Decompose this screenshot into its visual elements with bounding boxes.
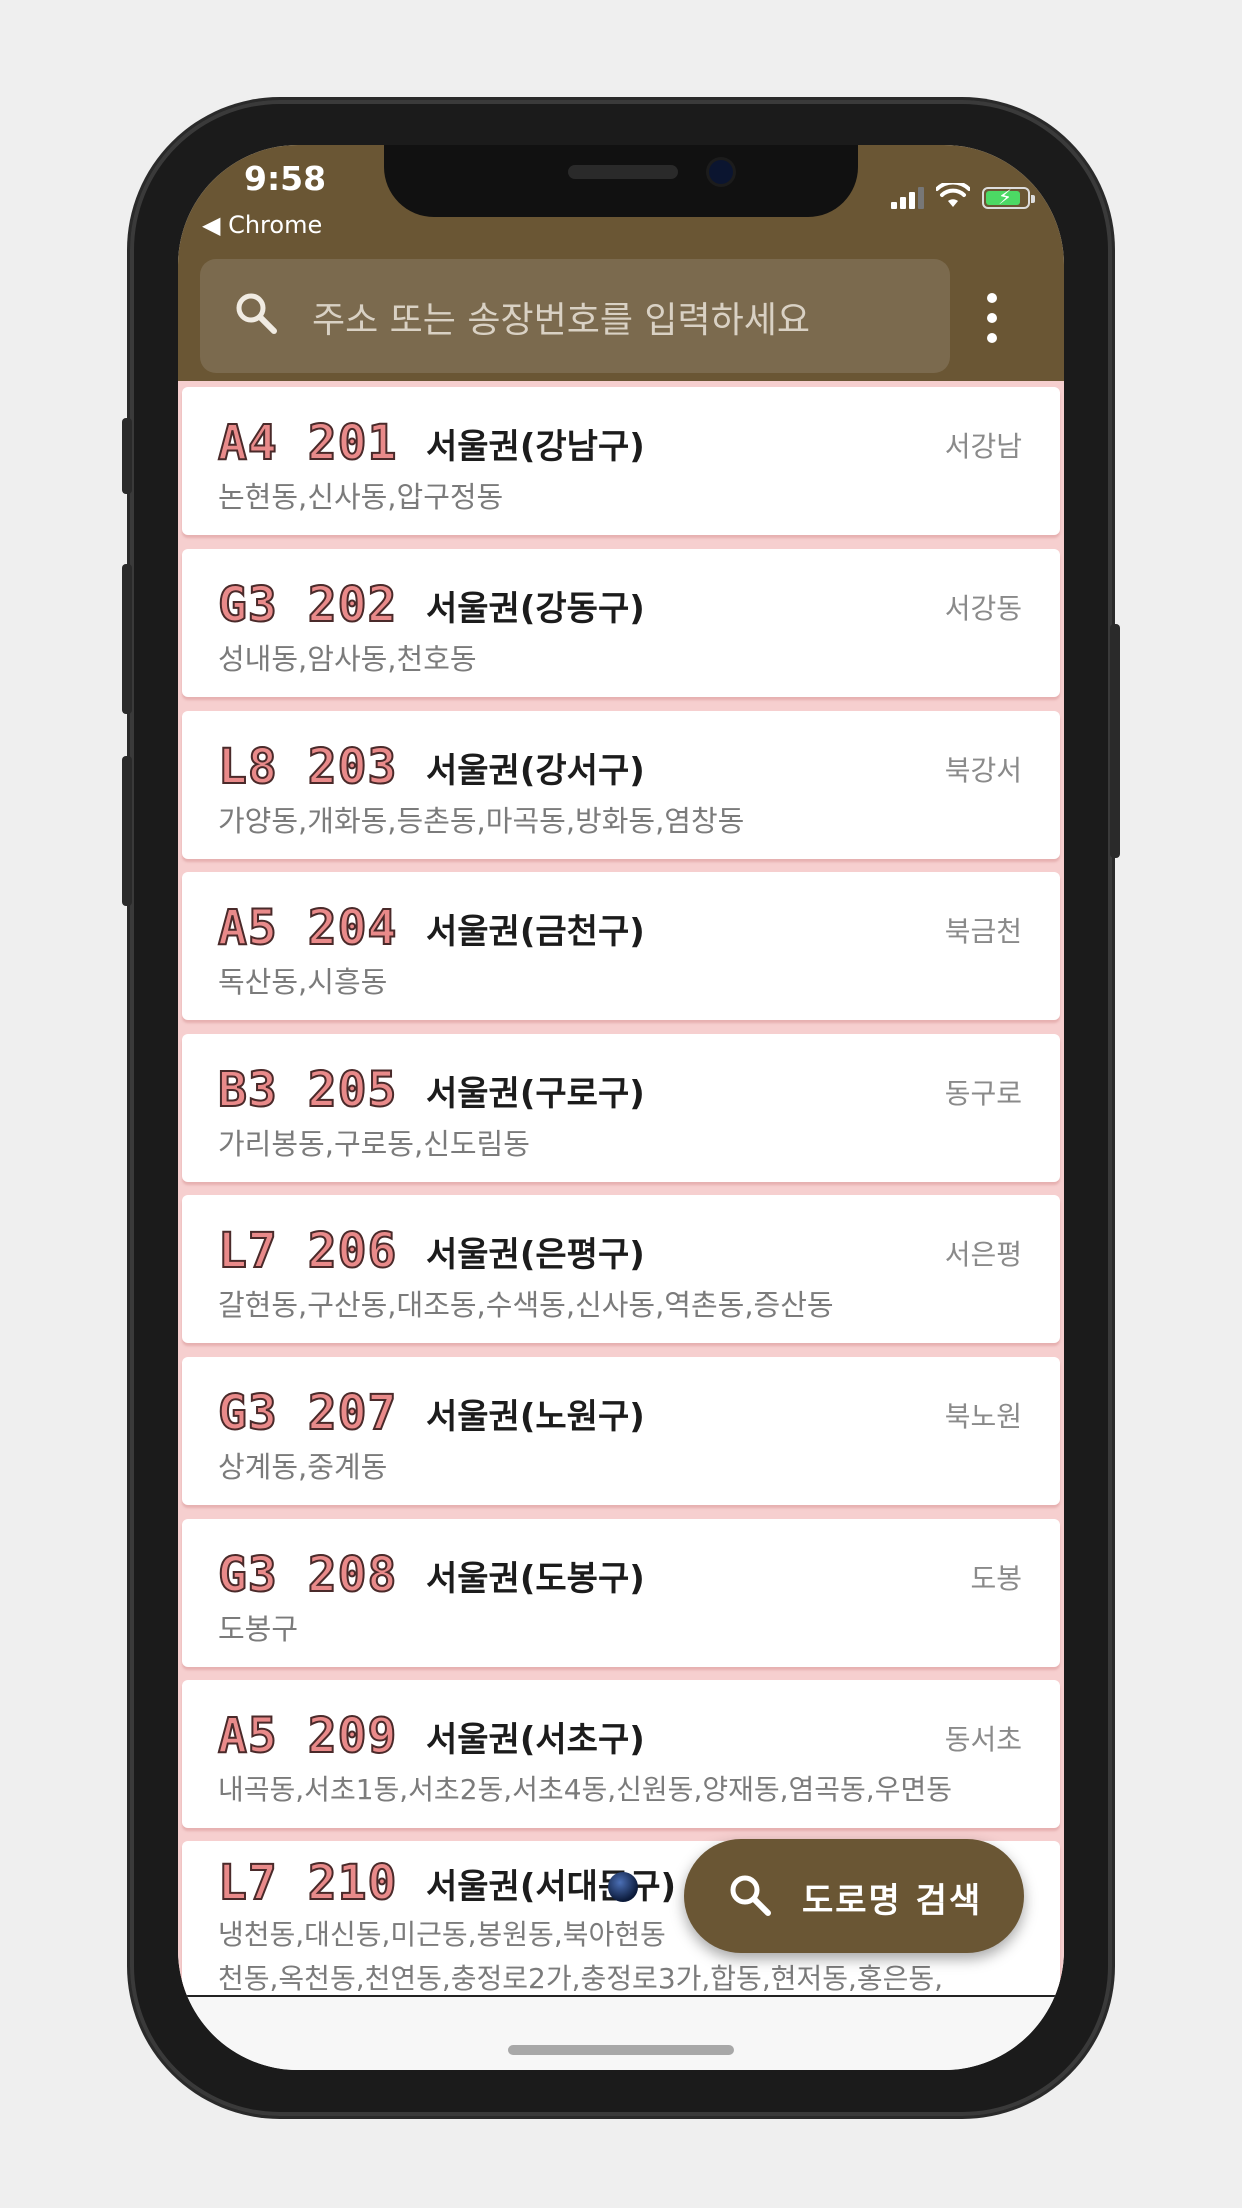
list-item[interactable]: B3 205 서울권(구로구) 동구로 가리봉동,구로동,신도림동 bbox=[182, 1034, 1060, 1182]
home-indicator[interactable] bbox=[508, 2045, 734, 2055]
power-button bbox=[1110, 624, 1120, 858]
speaker-grille bbox=[568, 165, 678, 179]
dong-list: 내곡동,서초1동,서초2동,서초4동,신원동,양재동,염곡동,우면동 bbox=[218, 1773, 952, 1806]
list-item[interactable]: G3 207 서울권(노원구) 북노원 상계동,중계동 bbox=[182, 1357, 1060, 1505]
short-code: 도봉 bbox=[970, 1562, 1022, 1595]
volume-down-button bbox=[122, 756, 132, 906]
route-code: L7 206 bbox=[217, 1222, 398, 1280]
region-name: 서울권(강동구) bbox=[426, 589, 645, 629]
list-item[interactable]: G3 202 서울권(강동구) 서강동 성내동,암사동,천호동 bbox=[182, 549, 1060, 697]
status-icons: ⚡ bbox=[891, 181, 1035, 209]
silent-switch bbox=[122, 418, 132, 494]
list-item[interactable]: A4 201 서울권(강남구) 서강남 논현동,신사동,압구정동 bbox=[182, 387, 1060, 535]
list-item[interactable]: L7 206 서울권(은평구) 서은평 갈현동,구산동,대조동,수색동,신사동,… bbox=[182, 1195, 1060, 1343]
phone-screen: 9:58 ◀ Chrome ⚡ 주소 또는 송장번호를 입력하세요 A4 201… bbox=[178, 145, 1064, 2070]
more-vertical-icon[interactable] bbox=[986, 293, 998, 343]
road-name-search-label: 도로명 검색 bbox=[802, 1881, 983, 1921]
region-name: 서울권(서대문구) bbox=[426, 1867, 677, 1907]
short-code: 동구로 bbox=[944, 1077, 1022, 1110]
short-code: 서은평 bbox=[944, 1238, 1022, 1271]
region-name: 서울권(서초구) bbox=[426, 1720, 645, 1760]
region-name: 서울권(구로구) bbox=[426, 1074, 645, 1114]
dong-list-continued: 천동,옥천동,천연동,충정로2가,충정로3가,합동,현저동,홍은동, bbox=[218, 1962, 944, 1995]
search-bar[interactable]: 주소 또는 송장번호를 입력하세요 bbox=[200, 259, 950, 373]
list-item[interactable]: L8 203 서울권(강서구) 북강서 가양동,개화동,등촌동,마곡동,방화동,… bbox=[182, 711, 1060, 859]
battery-charging-icon: ⚡ bbox=[982, 186, 1035, 209]
dong-list: 독산동,시흥동 bbox=[218, 965, 388, 999]
region-name: 서울권(도봉구) bbox=[426, 1559, 645, 1599]
touch-indicator bbox=[608, 1872, 638, 1902]
route-code: L7 210 bbox=[217, 1854, 398, 1912]
dong-list: 논현동,신사동,압구정동 bbox=[218, 480, 504, 514]
front-camera bbox=[709, 160, 733, 184]
bottom-safe-area bbox=[178, 1995, 1064, 2070]
volume-up-button bbox=[122, 564, 132, 714]
dong-list: 가양동,개화동,등촌동,마곡동,방화동,염창동 bbox=[218, 804, 745, 838]
route-code: A5 209 bbox=[217, 1707, 398, 1765]
route-code: L8 203 bbox=[217, 738, 398, 796]
route-code: G3 208 bbox=[217, 1546, 398, 1604]
short-code: 북강서 bbox=[944, 754, 1022, 787]
region-name: 서울권(노원구) bbox=[426, 1397, 645, 1437]
region-list: A4 201 서울권(강남구) 서강남 논현동,신사동,압구정동 G3 202 … bbox=[178, 381, 1064, 1995]
dong-list: 냉천동,대신동,미근동,봉원동,북아현동 bbox=[218, 1918, 666, 1951]
cellular-signal-icon bbox=[891, 185, 924, 209]
route-code: G3 207 bbox=[217, 1384, 398, 1442]
dong-list: 성내동,암사동,천호동 bbox=[218, 642, 477, 676]
list-item[interactable]: G3 208 서울권(도봉구) 도봉 도봉구 bbox=[182, 1519, 1060, 1667]
app-header: 9:58 ◀ Chrome ⚡ 주소 또는 송장번호를 입력하세요 bbox=[178, 145, 1064, 381]
short-code: 북노원 bbox=[944, 1400, 1022, 1433]
road-name-search-button[interactable]: 도로명 검색 bbox=[684, 1839, 1024, 1953]
short-code: 동서초 bbox=[944, 1723, 1022, 1756]
list-item[interactable]: A5 209 서울권(서초구) 동서초 내곡동,서초1동,서초2동,서초4동,신… bbox=[182, 1680, 1060, 1828]
wifi-icon bbox=[936, 183, 970, 207]
route-code: B3 205 bbox=[217, 1061, 398, 1119]
dong-list: 도봉구 bbox=[218, 1612, 299, 1646]
route-code: G3 202 bbox=[217, 576, 398, 634]
search-icon bbox=[730, 1875, 771, 1916]
region-name: 서울권(강남구) bbox=[426, 427, 645, 467]
search-icon bbox=[236, 293, 277, 334]
route-code: A5 204 bbox=[217, 899, 398, 957]
search-input[interactable]: 주소 또는 송장번호를 입력하세요 bbox=[312, 291, 810, 343]
status-time: 9:58 bbox=[244, 159, 327, 198]
region-name: 서울권(금천구) bbox=[426, 912, 645, 952]
region-name: 서울권(강서구) bbox=[426, 751, 645, 791]
region-name: 서울권(은평구) bbox=[426, 1235, 645, 1275]
short-code: 북금천 bbox=[944, 915, 1022, 948]
route-code: A4 201 bbox=[217, 414, 398, 472]
dong-list: 상계동,중계동 bbox=[218, 1450, 388, 1484]
dong-list: 가리봉동,구로동,신도림동 bbox=[218, 1127, 530, 1161]
back-to-chrome-link[interactable]: ◀ Chrome bbox=[202, 211, 322, 239]
short-code: 서강동 bbox=[944, 592, 1022, 625]
list-item[interactable]: A5 204 서울권(금천구) 북금천 독산동,시흥동 bbox=[182, 872, 1060, 1020]
notch bbox=[384, 145, 858, 217]
dong-list: 갈현동,구산동,대조동,수색동,신사동,역촌동,증산동 bbox=[218, 1288, 834, 1322]
short-code: 서강남 bbox=[944, 430, 1022, 463]
